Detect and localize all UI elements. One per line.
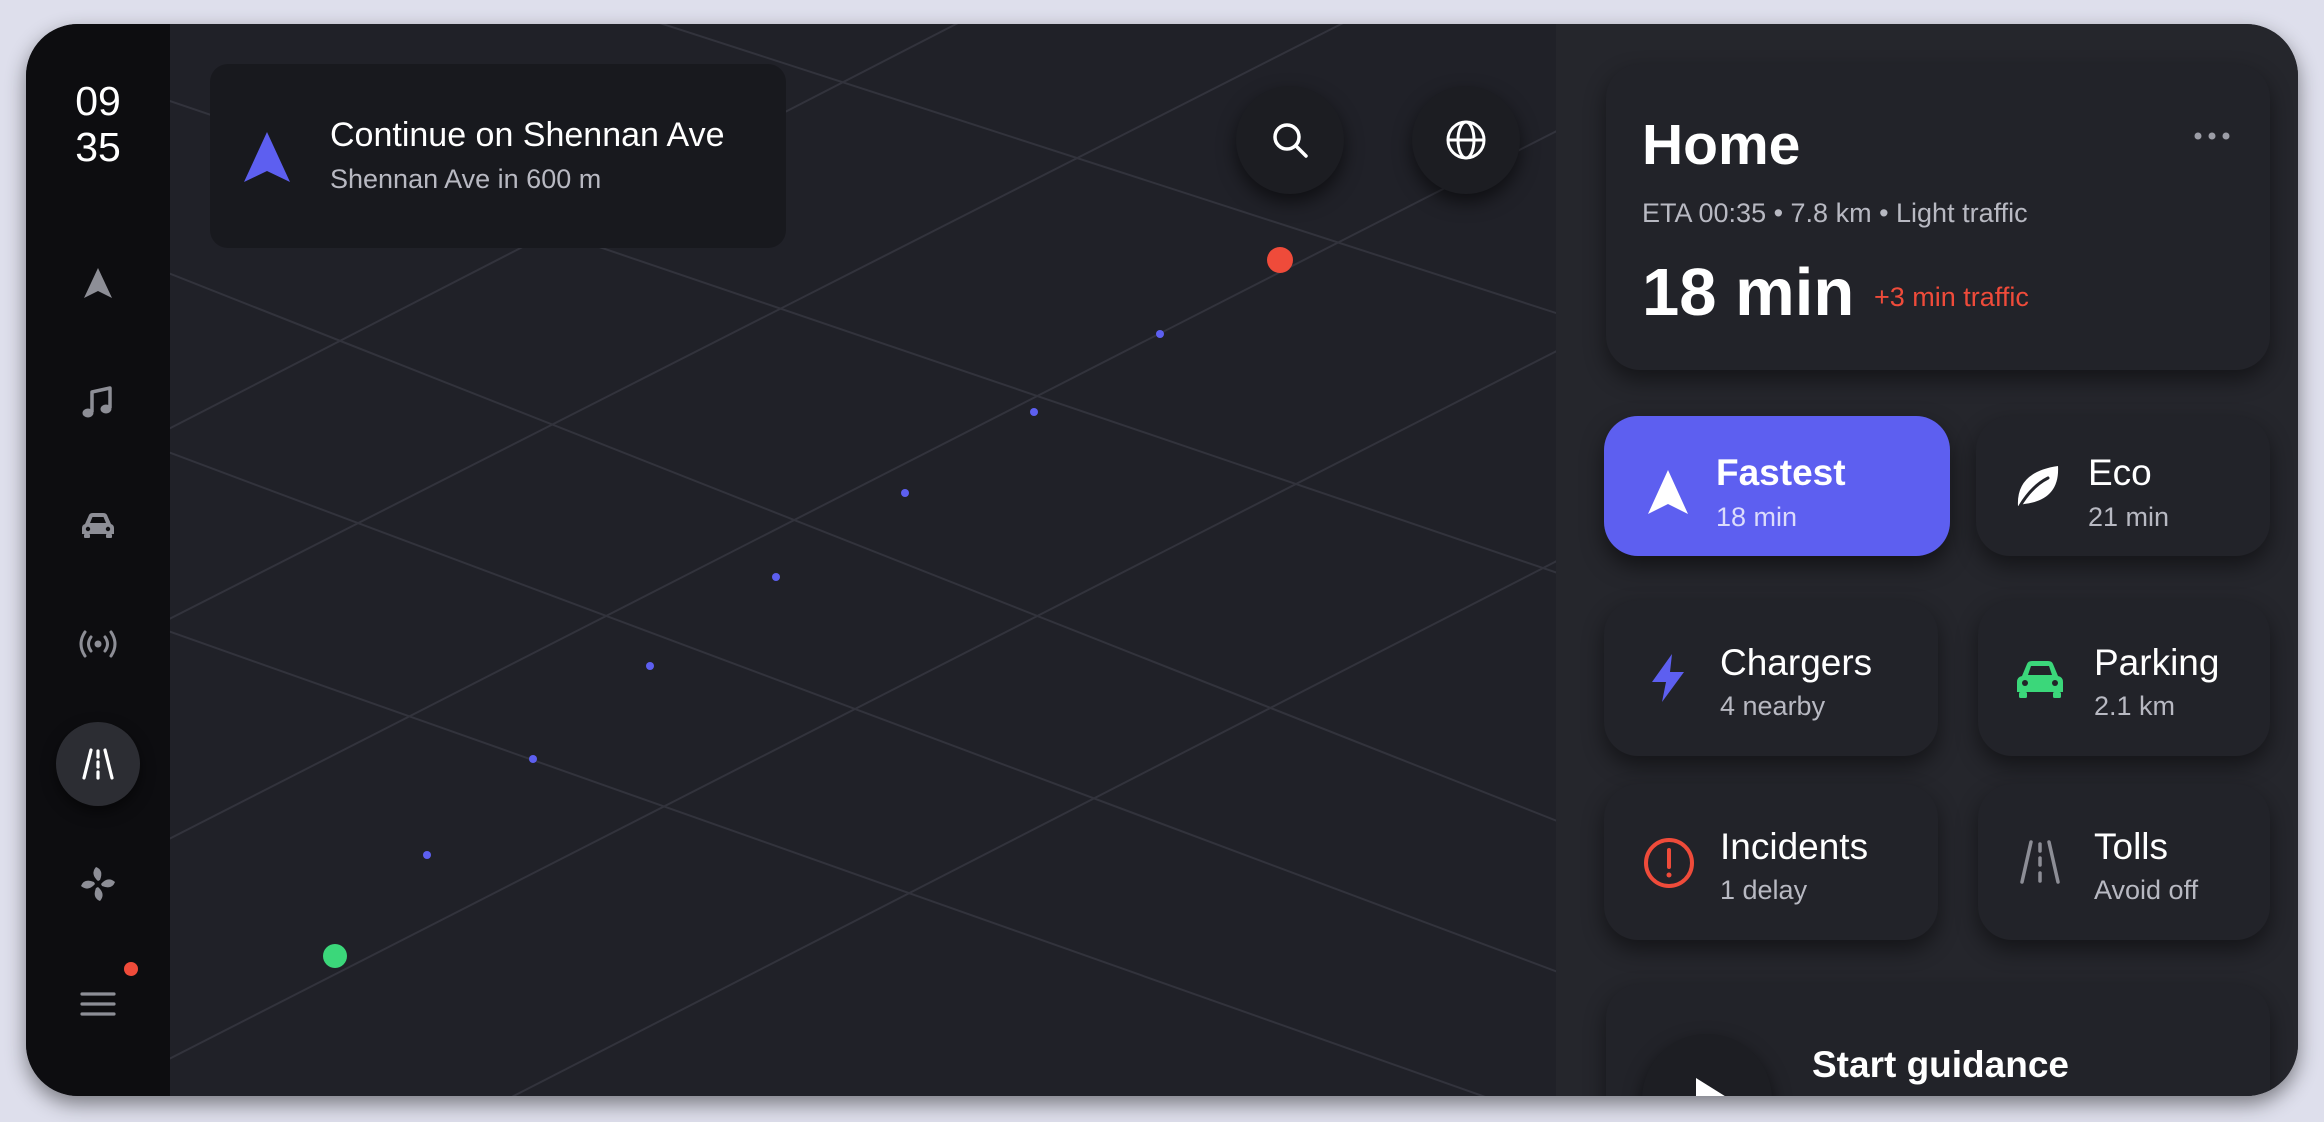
tile-tolls-value: Avoid off (2094, 875, 2199, 905)
origin-marker (323, 944, 347, 968)
music-note-icon (82, 386, 112, 418)
start-guidance-label: Start guidance (1812, 1044, 2069, 1085)
start-guidance-button[interactable] (1642, 1034, 1772, 1096)
rail-climate-button[interactable] (56, 842, 140, 926)
route-dot (1156, 330, 1164, 338)
tile-chargers[interactable]: Chargers 4 nearby (1604, 600, 1938, 756)
route-option-eco[interactable]: Eco 21 min (1976, 416, 2270, 556)
fan-icon (81, 867, 115, 901)
navigation-arrow-icon (244, 132, 290, 182)
side-rail: 09 35 (26, 24, 170, 1096)
trip-panel: Home ETA 00:35 • 7.8 km • Light traffic … (1556, 24, 2298, 1096)
car-icon (82, 513, 114, 538)
destination-meta: ETA 00:35 • 7.8 km • Light traffic (1642, 198, 2028, 228)
rail-radio-button[interactable] (56, 602, 140, 686)
destination-marker (1267, 247, 1293, 273)
destination-title: Home (1642, 113, 1801, 177)
route-option-time: 21 min (2088, 502, 2170, 532)
destination-card[interactable]: Home ETA 00:35 • 7.8 km • Light traffic … (1606, 64, 2270, 370)
notification-badge (124, 962, 138, 976)
rail-navigation-button[interactable] (56, 242, 140, 326)
tile-chargers-value: 4 nearby (1720, 691, 1826, 721)
play-icon (1696, 1078, 1725, 1096)
lightning-icon (1652, 654, 1684, 702)
traffic-delay: +3 min traffic (1874, 282, 2029, 312)
route-option-time: 18 min (1716, 502, 1798, 532)
leaf-icon (2017, 466, 2059, 508)
tile-parking[interactable]: Parking 2.1 km (1978, 600, 2270, 756)
radio-waves-icon (79, 630, 117, 658)
route-dot (646, 662, 654, 670)
more-horizontal-icon[interactable] (2192, 126, 2232, 146)
route-dot (529, 755, 537, 763)
tile-parking-value: 2.1 km (2094, 691, 2176, 721)
turn-instruction-card: Continue on Shennan Ave Shennan Ave in 6… (210, 64, 786, 248)
rail-music-button[interactable] (56, 362, 140, 446)
tile-tolls-label: Tolls (2094, 826, 2169, 867)
tile-incidents-value: 1 delay (1720, 875, 1808, 905)
route-option-label: Eco (2088, 452, 2152, 493)
trip-duration: 18 min (1642, 255, 1855, 330)
route-dot (423, 851, 431, 859)
route-option-label: Fastest (1716, 452, 1846, 493)
alert-circle-icon (1644, 838, 1694, 888)
tile-incidents[interactable]: Incidents 1 delay (1604, 784, 1938, 940)
search-icon (1273, 123, 1308, 158)
tile-tolls[interactable]: Tolls Avoid off (1978, 784, 2270, 940)
tile-parking-label: Parking (2094, 642, 2220, 683)
turn-distance: Shennan Ave in 600 m (330, 164, 602, 194)
start-guidance-card[interactable]: Start guidance (1606, 984, 2270, 1096)
route-dot (901, 489, 909, 497)
tile-incidents-label: Incidents (1720, 826, 1869, 867)
menu-icon (80, 992, 116, 1016)
route-dot (772, 573, 780, 581)
globe-icon (1446, 120, 1486, 160)
app-window: 09 35 Continue on Shennan Ave Shennan Av… (26, 24, 2298, 1096)
clock-hour: 09 (75, 78, 121, 124)
clock-minute: 35 (75, 124, 121, 170)
rail-road-button[interactable] (56, 722, 140, 806)
tile-chargers-label: Chargers (1720, 642, 1873, 683)
map-layers-button[interactable] (1412, 86, 1520, 194)
route-option-fastest[interactable]: Fastest 18 min (1604, 416, 1950, 556)
navigation-arrow-icon (1648, 470, 1688, 514)
turn-instruction: Continue on Shennan Ave (330, 116, 725, 154)
navigation-arrow-icon (84, 268, 112, 298)
map-view[interactable]: Continue on Shennan Ave Shennan Ave in 6… (170, 24, 1556, 1096)
rail-vehicle-button[interactable] (56, 482, 140, 566)
search-button[interactable] (1236, 86, 1344, 194)
route-dot (1030, 408, 1038, 416)
car-icon (2017, 661, 2063, 698)
road-icon (82, 748, 114, 780)
road-icon (2020, 840, 2060, 884)
route-dots (423, 330, 1164, 859)
